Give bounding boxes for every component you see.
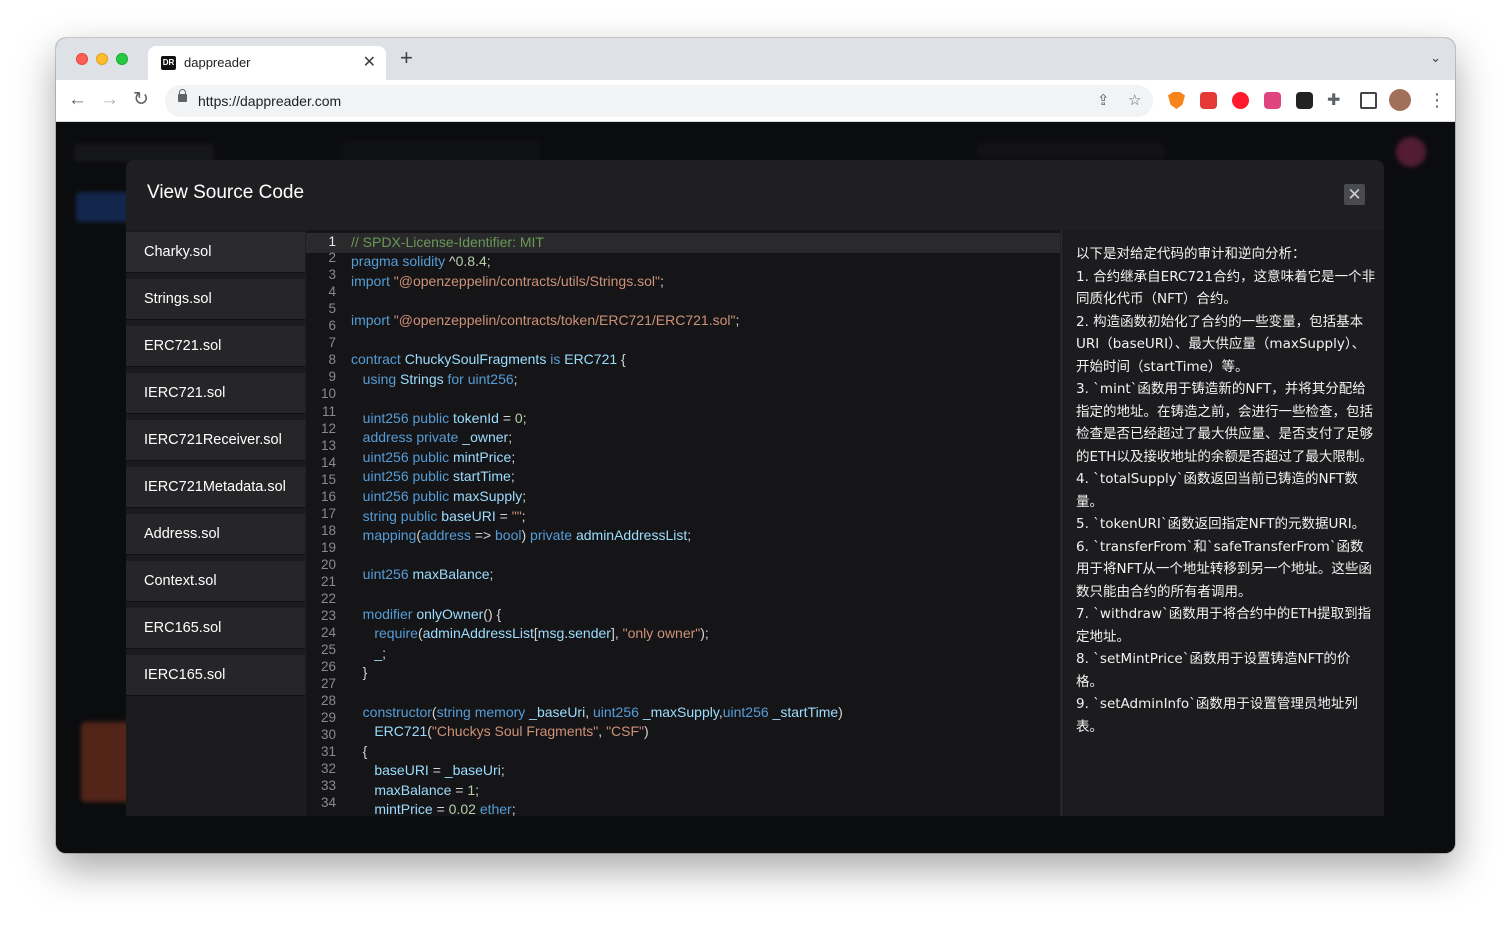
forward-icon[interactable]: → (100, 89, 119, 111)
file-item[interactable]: IERC165.sol (126, 655, 305, 696)
analysis-text: 以下是对给定代码的审计和逆向分析： 1. 合约继承自ERC721合约，这意味着它… (1076, 246, 1376, 735)
code-text: uint256 public maxSupply; (362, 488, 527, 504)
code-line[interactable]: 31 { (306, 742, 1060, 762)
code-text: modifier onlyOwner() { (362, 606, 502, 622)
code-text: // SPDX-License-Identifier: MIT (351, 234, 544, 250)
code-line[interactable]: 29 constructor(string memory _baseUri, u… (306, 703, 1060, 725)
tab-title: dappreader (184, 55, 251, 70)
file-item[interactable]: Context.sol (126, 561, 305, 602)
code-line[interactable]: 34 mintPrice = 0.02 ether; (306, 795, 1060, 816)
tab-close-icon[interactable]: ✕ (363, 52, 376, 72)
file-item[interactable]: Charky.sol (126, 232, 305, 273)
code-editor[interactable]: 1// SPDX-License-Identifier: MIT 2 pragma … (306, 230, 1060, 816)
file-item[interactable]: Address.sol (126, 514, 305, 555)
profile-avatar[interactable] (1389, 89, 1411, 111)
opera-extension-icon[interactable] (1232, 92, 1249, 109)
code-line[interactable]: 6 import "@openzeppelin/contracts/token/E… (306, 311, 1060, 333)
code-line[interactable]: 8 contract ChuckySoulFragments is ERC721 … (306, 350, 1060, 370)
code-line[interactable]: 25 _; (306, 642, 1060, 664)
code-line[interactable]: 24 require(adminAddressList[msg.sender],… (306, 624, 1060, 644)
code-text: require(adminAddressList[msg.sender], "o… (374, 625, 709, 641)
code-line[interactable]: 12 uint256 public tokenId = 0; (306, 409, 1060, 436)
bookmark-star-icon[interactable]: ☆ (1128, 91, 1141, 109)
code-text: baseURI = _baseUri; (374, 762, 505, 778)
extension-dark-icon[interactable] (1296, 92, 1313, 109)
sidebar-icon[interactable] (1360, 92, 1377, 109)
tab-strip: DR dappreader ✕ + ⌄ (56, 38, 1455, 80)
extension-red-icon[interactable] (1200, 92, 1217, 109)
line-number: 10 (320, 386, 336, 401)
code-line[interactable]: 19 (306, 540, 1060, 562)
code-text: uint256 public mintPrice; (362, 449, 516, 465)
close-icon[interactable]: ✕ (1344, 184, 1365, 205)
code-text: { (362, 743, 368, 759)
reload-icon[interactable]: ↻ (133, 89, 149, 111)
code-line[interactable]: 17 string public baseURI = ""; (306, 506, 1060, 527)
code-text: maxBalance = 1; (374, 782, 480, 798)
line-number: 34 (320, 795, 336, 810)
code-line[interactable]: 7 (306, 331, 1060, 351)
code-text: contract ChuckySoulFragments is ERC721 { (351, 351, 626, 367)
new-tab-button[interactable]: + (400, 46, 413, 70)
file-item[interactable]: ERC721.sol (126, 326, 305, 367)
code-text: uint256 public tokenId = 0; (362, 410, 527, 426)
file-item[interactable]: ERC165.sol (126, 608, 305, 649)
code-text: address private _owner; (362, 429, 513, 445)
browser-toolbar: ← → ↻ https://dappreader.com ⇪ ☆ ✚ ⋮ (56, 80, 1455, 122)
file-item[interactable]: IERC721Receiver.sol (126, 420, 305, 461)
tab-search-chevron-icon[interactable]: ⌄ (1430, 50, 1441, 66)
code-line[interactable]: 30 ERC721("Chuckys Soul Fragments", "CSF… (306, 722, 1060, 742)
code-text: string public baseURI = ""; (362, 508, 526, 524)
url-text[interactable]: https://dappreader.com (198, 93, 341, 109)
code-line[interactable]: 10 (306, 386, 1060, 406)
code-line[interactable]: 13 address private _owner; (306, 428, 1060, 453)
favicon-icon: DR (161, 56, 176, 70)
code-text: ERC721("Chuckys Soul Fragments", "CSF") (374, 723, 649, 739)
code-line[interactable]: 33 maxBalance = 1; (306, 778, 1060, 801)
code-line[interactable]: 32 baseURI = _baseUri; (306, 761, 1060, 781)
lock-icon[interactable] (178, 89, 187, 102)
code-line[interactable]: 2 pragma solidity ^0.8.4; (306, 250, 1060, 272)
extensions-puzzle-icon[interactable]: ✚ (1327, 90, 1340, 112)
code-text: import "@openzeppelin/contracts/token/ER… (351, 312, 740, 328)
code-text: constructor(string memory _baseUri, uint… (362, 704, 843, 720)
extension-pink-icon[interactable] (1264, 92, 1281, 109)
modal-title: View Source Code (147, 182, 305, 203)
metamask-extension-icon[interactable] (1168, 92, 1185, 109)
analysis-panel: 以下是对给定代码的审计和逆向分析： 1. 合约继承自ERC721合约，这意味着它… (1061, 230, 1384, 816)
code-line[interactable]: 14 uint256 public mintPrice; (306, 448, 1060, 470)
code-line[interactable]: 16 uint256 public maxSupply; (306, 487, 1060, 507)
code-text: mintPrice = 0.02 ether; (374, 801, 516, 816)
code-text: uint256 public startTime; (362, 468, 515, 484)
more-menu-icon[interactable]: ⋮ (1428, 89, 1446, 111)
code-line[interactable]: 21 (306, 574, 1060, 601)
code-line[interactable]: 23 modifier onlyOwner() { (306, 605, 1060, 625)
share-icon[interactable]: ⇪ (1097, 91, 1110, 109)
maximize-window-button[interactable] (116, 53, 128, 65)
address-bar[interactable]: https://dappreader.com ⇪ ☆ (165, 85, 1153, 117)
browser-window: DR dappreader ✕ + ⌄ ← → ↻ https://dappre… (56, 38, 1455, 853)
minimize-window-button[interactable] (96, 53, 108, 65)
page-content: View Source Code ✕ Charky.sol Strings.sol… (56, 122, 1455, 853)
view-source-modal: View Source Code ✕ Charky.sol Strings.sol… (126, 160, 1384, 816)
browser-tab[interactable]: DR dappreader ✕ (148, 46, 386, 80)
file-list: Charky.sol Strings.sol ERC721.sol IERC721.s… (126, 230, 305, 816)
code-line[interactable]: 15 uint256 public startTime; (306, 467, 1060, 487)
file-item[interactable]: Strings.sol (126, 279, 305, 320)
code-text: pragma solidity ^0.8.4; (351, 253, 491, 269)
code-line[interactable]: 27 (306, 676, 1060, 699)
close-window-button[interactable] (76, 53, 88, 65)
file-item[interactable]: IERC721Metadata.sol (126, 467, 305, 508)
back-icon[interactable]: ← (68, 89, 87, 111)
file-item[interactable]: IERC721.sol (126, 373, 305, 414)
code-line[interactable]: 1// SPDX-License-Identifier: MIT (306, 233, 1060, 253)
code-text: _; (374, 645, 387, 661)
